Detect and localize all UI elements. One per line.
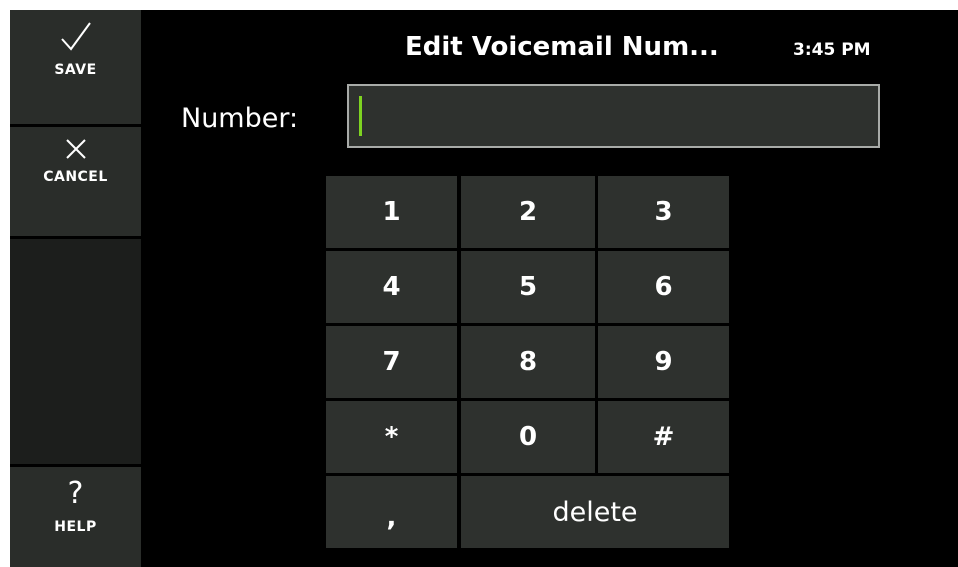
page-title: Edit Voicemail Num... <box>405 32 719 62</box>
close-icon <box>64 137 88 161</box>
sidebar: SAVE CANCEL ? HELP <box>10 10 141 567</box>
key-star[interactable]: * <box>326 401 457 473</box>
key-6[interactable]: 6 <box>598 251 729 323</box>
text-cursor <box>359 96 362 136</box>
key-1[interactable]: 1 <box>326 176 457 248</box>
cancel-button[interactable]: CANCEL <box>10 127 141 236</box>
key-0[interactable]: 0 <box>461 401 595 473</box>
clock-time: 3:45 PM <box>793 40 871 60</box>
voicemail-edit-screen: SAVE CANCEL ? HELP Edit Voicemail Num...… <box>10 10 958 567</box>
checkmark-icon <box>59 20 93 54</box>
key-hash[interactable]: # <box>598 401 729 473</box>
cancel-label: CANCEL <box>43 169 108 185</box>
key-8[interactable]: 8 <box>461 326 595 398</box>
help-button[interactable]: ? HELP <box>10 467 141 567</box>
key-3[interactable]: 3 <box>598 176 729 248</box>
number-label: Number: <box>181 103 299 134</box>
key-7[interactable]: 7 <box>326 326 457 398</box>
key-4[interactable]: 4 <box>326 251 457 323</box>
key-5[interactable]: 5 <box>461 251 595 323</box>
save-label: SAVE <box>54 62 97 78</box>
question-mark-icon: ? <box>67 476 84 511</box>
delete-button[interactable]: delete <box>461 476 729 548</box>
save-button[interactable]: SAVE <box>10 10 141 124</box>
key-comma[interactable]: , <box>326 476 457 548</box>
help-label: HELP <box>54 519 97 535</box>
sidebar-empty-slot <box>10 239 141 464</box>
key-9[interactable]: 9 <box>598 326 729 398</box>
key-2[interactable]: 2 <box>461 176 595 248</box>
number-input[interactable] <box>347 84 880 148</box>
